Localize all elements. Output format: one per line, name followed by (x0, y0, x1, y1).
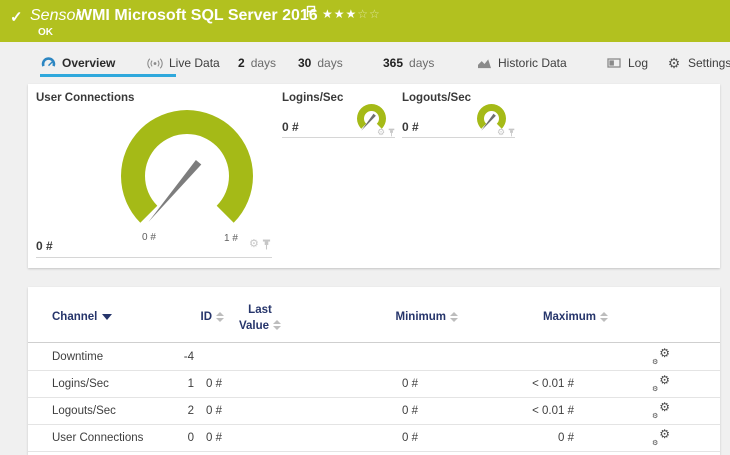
tab-365-days[interactable]: 365 days (383, 42, 434, 84)
tab-log[interactable]: Log (606, 42, 648, 84)
channel-minimum: 0 # (402, 432, 418, 444)
channel-settings-gears-icon[interactable]: ⚙ ⚙ (652, 428, 670, 447)
tab-2-days-number: 2 (238, 56, 245, 70)
gauge-title: User Connections (36, 92, 135, 104)
channel-name: Logins/Sec (52, 378, 109, 390)
cell-divider (282, 137, 395, 138)
table-header-row: Channel ID Last Value Minimum Maximum (28, 287, 720, 343)
channel-name: Logouts/Sec (52, 405, 116, 417)
priority-stars[interactable]: ★★★☆☆ (322, 7, 381, 21)
gear-icon[interactable]: ⚙ (249, 239, 259, 250)
cell-divider (36, 257, 272, 258)
tab-30-days[interactable]: 30 days (298, 42, 343, 84)
tab-settings-label: Settings (688, 56, 730, 70)
channels-table-panel: Channel ID Last Value Minimum Maximum Dow… (28, 287, 720, 455)
channel-last-value: 0 # (206, 378, 222, 390)
prtg-sensor-page: ✓ Sensor WMI Microsoft SQL Server 2016 ★… (0, 0, 730, 455)
channel-maximum: 0 # (558, 432, 574, 444)
channel-id: -4 (183, 351, 194, 363)
sort-icon (600, 311, 608, 322)
cell-divider (402, 137, 515, 138)
gear-icon[interactable]: ⚙ (497, 128, 505, 137)
gauge-title: Logouts/Sec (402, 92, 472, 104)
table-row-logins[interactable]: Logins/Sec 1 0 # 0 # < 0.01 # ⚙ ⚙ (28, 371, 720, 398)
gauge-cell-actions[interactable]: ⚙ (377, 128, 395, 137)
tab-bar: Overview Live Data 2 days 30 days 365 da… (0, 42, 730, 84)
active-tab-underline (40, 74, 176, 77)
table-row-logouts[interactable]: Logouts/Sec 2 0 # 0 # < 0.01 # ⚙ ⚙ (28, 398, 720, 425)
tab-30-days-label: days (317, 56, 343, 70)
tab-2-days-label: days (250, 56, 277, 70)
sensor-state-badge: OK (38, 27, 53, 38)
stars-filled: ★★★ (322, 7, 358, 21)
sort-icon (273, 320, 282, 331)
gauge-current-value: 0 # (36, 239, 53, 253)
gear-icon[interactable]: ⚙ (377, 128, 385, 137)
channel-id: 1 (187, 378, 194, 390)
log-icon (606, 55, 622, 71)
channel-name: Downtime (52, 351, 104, 363)
live-data-icon (147, 55, 163, 71)
pin-icon[interactable] (388, 128, 395, 137)
sort-icon (450, 311, 458, 322)
tab-live-data-label: Live Data (169, 56, 220, 70)
user-connections-gauge (121, 110, 254, 223)
tab-30-days-number: 30 (298, 56, 312, 70)
area-chart-icon (476, 55, 492, 71)
sort-icon (216, 311, 224, 322)
channel-settings-gears-icon[interactable]: ⚙ ⚙ (652, 347, 670, 366)
gauge-current-value: 0 # (402, 120, 419, 134)
column-header-id[interactable]: ID (178, 311, 224, 323)
column-header-channel[interactable]: Channel (52, 311, 113, 323)
object-kind-label: Sensor (30, 7, 81, 24)
channel-name: User Connections (52, 432, 144, 444)
channel-last-value: 0 # (206, 405, 222, 417)
table-row-downtime[interactable]: Downtime -4 ⚙ ⚙ (28, 344, 720, 371)
settings-gear-icon: ⚙ (667, 55, 681, 71)
gauge-needle (148, 160, 202, 222)
pin-icon[interactable] (262, 239, 271, 250)
channel-id: 0 (187, 432, 194, 444)
tab-settings[interactable]: ⚙ Settings (666, 42, 730, 84)
channel-settings-gears-icon[interactable]: ⚙ ⚙ (652, 374, 670, 393)
pin-icon[interactable] (508, 128, 515, 137)
gauge-current-value: 0 # (282, 120, 299, 134)
tab-365-days-label: days (409, 56, 435, 70)
tab-live-data[interactable]: Live Data (147, 42, 220, 84)
channel-last-value: 0 # (206, 432, 222, 444)
tab-365-days-number: 365 (383, 56, 404, 70)
channel-settings-gears-icon[interactable]: ⚙ ⚙ (652, 401, 670, 420)
status-ok-check-icon: ✓ (10, 9, 23, 26)
flag-icon[interactable] (306, 5, 317, 23)
channel-id: 2 (187, 405, 194, 417)
channel-minimum: 0 # (402, 378, 418, 390)
gauge-min-label: 0 # (142, 232, 156, 243)
tab-overview-label: Overview (62, 56, 116, 70)
gauge-title: Logins/Sec (282, 92, 344, 104)
column-header-maximum[interactable]: Maximum (508, 311, 608, 323)
tab-historic-data[interactable]: Historic Data (476, 42, 567, 84)
table-row-user-connections[interactable]: User Connections 0 0 # 0 # 0 # ⚙ ⚙ (28, 425, 720, 452)
channel-maximum: < 0.01 # (532, 405, 574, 417)
stars-empty: ☆☆ (357, 7, 381, 21)
tab-overview[interactable]: Overview (40, 42, 115, 84)
tab-log-label: Log (628, 56, 649, 70)
tab-2-days[interactable]: 2 days (238, 42, 276, 84)
gauge-cell-actions[interactable]: ⚙ (249, 239, 271, 250)
gauge-cell-actions[interactable]: ⚙ (497, 128, 515, 137)
sensor-status-header: ✓ Sensor WMI Microsoft SQL Server 2016 ★… (0, 0, 730, 42)
column-header-minimum[interactable]: Minimum (358, 311, 458, 323)
channel-minimum: 0 # (402, 405, 418, 417)
sensor-title: WMI Microsoft SQL Server 2016 (77, 7, 318, 24)
channel-maximum: < 0.01 # (532, 378, 574, 390)
gauge-max-label: 1 # (224, 233, 238, 244)
gauge-icon (40, 55, 56, 71)
tab-historic-data-label: Historic Data (498, 56, 567, 70)
column-header-last-value[interactable]: Last Value (228, 303, 292, 334)
gauges-panel: User Connections 0 # 1 # 0 # ⚙ Logins/Se… (28, 84, 720, 268)
sort-desc-icon (102, 313, 113, 320)
